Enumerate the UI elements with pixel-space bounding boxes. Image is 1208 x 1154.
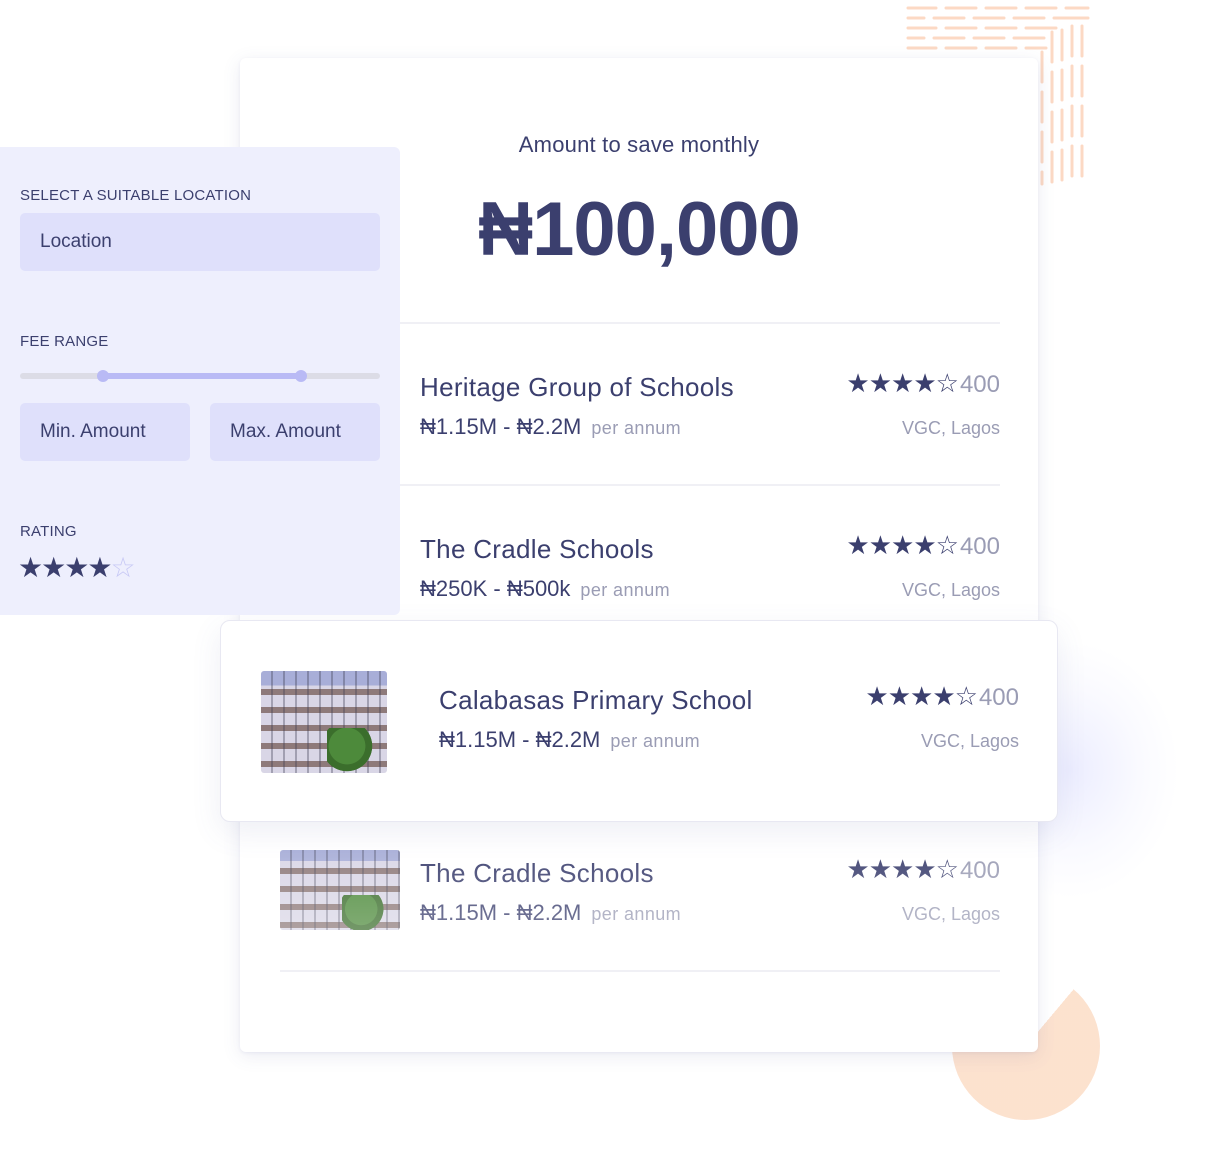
school-location: VGC, Lagos [901, 904, 1000, 924]
school-item[interactable]: Calabasas Primary School ₦1.15M - ₦2.2M p… [261, 671, 1019, 773]
school-location: VGC, Lagos [901, 580, 1000, 600]
fee-period: per annum [591, 904, 682, 924]
rating-filter[interactable]: ★★★★☆ [18, 551, 136, 584]
slider-handle-max[interactable] [294, 370, 307, 382]
star-icon: ★ [846, 368, 869, 398]
fee-period: per annum [591, 418, 682, 438]
star-icon: ★ [913, 368, 936, 398]
school-location: VGC, Lagos [901, 418, 1000, 438]
star-rating: ★★★★☆ [865, 681, 978, 711]
school-rating: ★★★★☆400 [846, 368, 1000, 399]
school-photo [280, 850, 400, 930]
fee-range-slider[interactable] [20, 370, 380, 382]
slider-handle-min[interactable] [96, 370, 109, 382]
star-icon: ★ [891, 368, 914, 398]
star-icon: ★ [846, 854, 869, 884]
school-name: Heritage Group of Schools [420, 372, 734, 402]
school-rating: ★★★★☆400 [865, 681, 1019, 712]
fee-range: ₦250K - ₦500k [420, 576, 571, 601]
star-rating: ★★★★☆ [846, 854, 959, 884]
location-select[interactable]: Location [20, 213, 380, 271]
slider-fill [102, 373, 301, 379]
rating-label: RATING [20, 523, 77, 540]
min-amount-input[interactable]: Min. Amount [20, 403, 190, 461]
star-rating: ★★★★☆ [846, 368, 959, 398]
fee-range: ₦1.15M - ₦2.2M [439, 727, 601, 752]
star-rating: ★★★★☆ [846, 530, 959, 560]
star-outline-icon: ☆ [935, 530, 959, 560]
star-icon: ★ [868, 368, 892, 398]
star-icon: ★ [910, 681, 933, 711]
school-name: The Cradle Schools [420, 858, 654, 888]
star-outline-icon: ☆ [935, 854, 959, 884]
review-count: 400 [959, 371, 1000, 398]
school-name: The Cradle Schools [420, 534, 654, 564]
star-icon[interactable]: ★ [64, 552, 89, 583]
school-location: VGC, Lagos [920, 731, 1019, 751]
featured-school-card[interactable]: Calabasas Primary School ₦1.15M - ₦2.2M p… [220, 620, 1058, 822]
fee-range: ₦1.15M - ₦2.2M [420, 900, 582, 925]
fee-range-label: FEE RANGE [20, 333, 109, 350]
review-count: 400 [978, 684, 1019, 711]
star-icon: ★ [868, 530, 892, 560]
star-icon[interactable]: ★ [41, 552, 66, 583]
school-fee: ₦1.15M - ₦2.2M per annum [420, 900, 681, 926]
fee-period: per annum [610, 731, 701, 751]
star-outline-icon: ☆ [954, 681, 978, 711]
star-icon: ★ [891, 530, 914, 560]
divider [280, 970, 1000, 972]
star-icon: ★ [865, 681, 888, 711]
star-icon: ★ [868, 854, 892, 884]
star-icon[interactable]: ★ [18, 552, 43, 583]
fee-period: per annum [580, 580, 671, 600]
star-outline-icon[interactable]: ☆ [110, 552, 135, 583]
fee-range: ₦1.15M - ₦2.2M [420, 414, 582, 439]
review-count: 400 [959, 857, 1000, 884]
star-icon[interactable]: ★ [87, 552, 112, 583]
school-rating: ★★★★☆400 [846, 530, 1000, 561]
school-photo [261, 671, 387, 773]
school-fee: ₦250K - ₦500k per annum [420, 576, 670, 602]
star-icon: ★ [887, 681, 911, 711]
star-icon: ★ [891, 854, 914, 884]
star-icon: ★ [932, 681, 955, 711]
star-icon: ★ [846, 530, 869, 560]
star-icon: ★ [913, 854, 936, 884]
star-icon: ★ [913, 530, 936, 560]
school-rating: ★★★★☆400 [846, 854, 1000, 885]
star-outline-icon: ☆ [935, 368, 959, 398]
school-name: Calabasas Primary School [439, 685, 753, 715]
review-count: 400 [959, 533, 1000, 560]
max-amount-input[interactable]: Max. Amount [210, 403, 380, 461]
school-item[interactable]: The Cradle Schools ₦1.15M - ₦2.2M per ann… [280, 850, 1000, 950]
school-fee: ₦1.15M - ₦2.2M per annum [439, 727, 700, 753]
filter-panel: SELECT A SUITABLE LOCATION Location FEE … [0, 147, 400, 615]
school-fee: ₦1.15M - ₦2.2M per annum [420, 414, 681, 440]
location-label: SELECT A SUITABLE LOCATION [20, 187, 252, 204]
